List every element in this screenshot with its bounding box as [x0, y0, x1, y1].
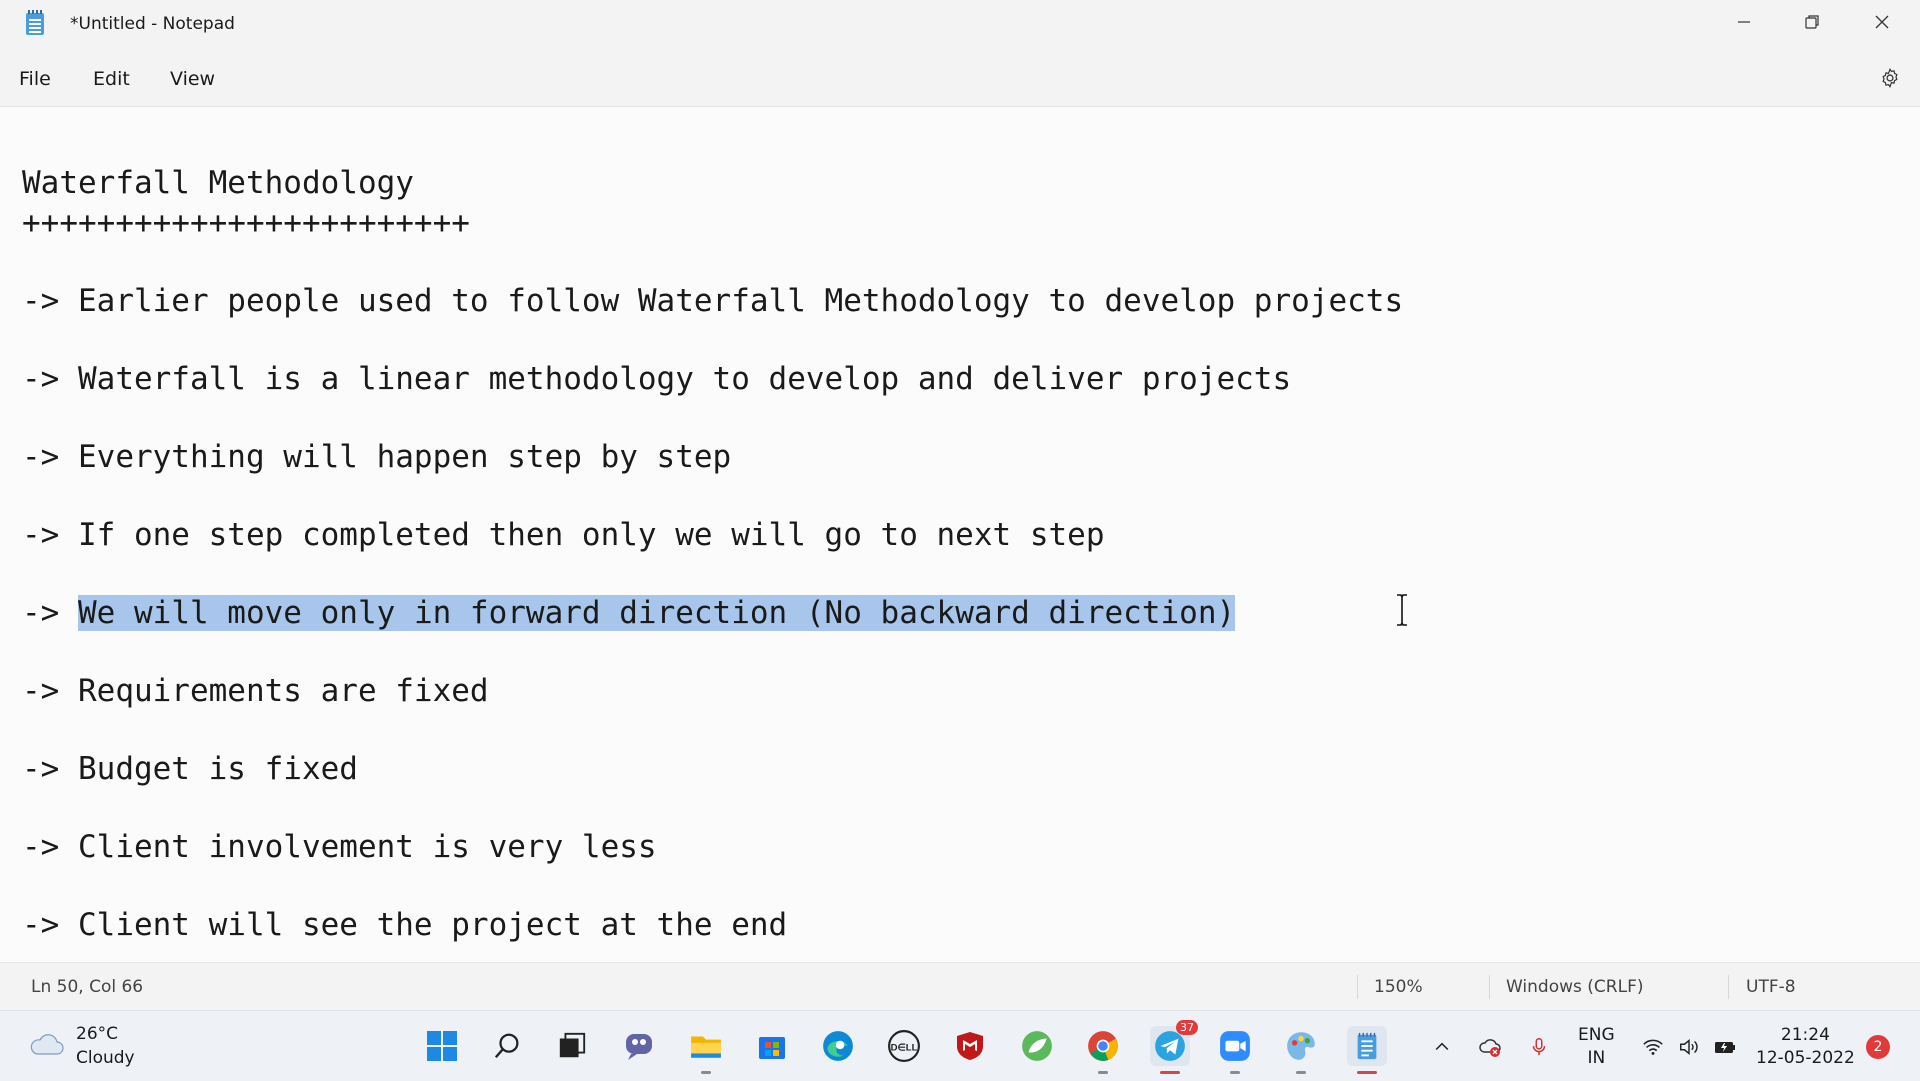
status-bar: Ln 50, Col 66 150% Windows (CRLF) UTF-8	[0, 962, 1920, 1011]
editor-line: -> Waterfall is a linear methodology to …	[22, 361, 1292, 397]
running-indicator	[1230, 1071, 1240, 1074]
editor-line: -> If one step completed then only we wi…	[22, 517, 1105, 553]
taskbar: 26°C Cloudy D∈LL 37 ENG IN 21:24 12-05-2…	[0, 1010, 1920, 1081]
minimize-icon	[1738, 21, 1750, 23]
edge-icon	[823, 1031, 853, 1061]
zoom-level[interactable]: 150%	[1374, 977, 1423, 997]
mcafee-button[interactable]	[950, 1026, 990, 1066]
cloud-error-icon	[1479, 1039, 1501, 1057]
windows-start-button[interactable]	[422, 1026, 462, 1066]
notepad-icon	[1357, 1032, 1377, 1060]
running-indicator	[1296, 1071, 1306, 1074]
microsoft-store-icon	[759, 1037, 785, 1059]
volume-status[interactable]	[1677, 1035, 1701, 1059]
notification-count-badge[interactable]: 2	[1866, 1035, 1890, 1059]
chat-icon	[626, 1034, 652, 1060]
encoding[interactable]: UTF-8	[1746, 977, 1796, 997]
editor-line: -> Budget is fixed	[22, 751, 358, 787]
windows-start-icon	[427, 1031, 457, 1061]
chat-button[interactable]	[619, 1026, 659, 1066]
wifi-icon	[1643, 1039, 1663, 1055]
task-view-button[interactable]	[552, 1026, 592, 1066]
editor-line: -> Client will see the project at the en…	[22, 907, 788, 943]
notepad-icon	[26, 10, 44, 35]
running-indicator	[701, 1071, 711, 1074]
paint-button[interactable]	[1281, 1026, 1321, 1074]
chrome-icon	[1088, 1031, 1118, 1061]
status-divider	[1489, 975, 1490, 999]
file-explorer-button[interactable]	[686, 1026, 726, 1074]
dell-icon: D∈LL	[888, 1030, 920, 1062]
clock[interactable]: 21:24 12-05-2022	[1756, 1024, 1855, 1070]
menu-file[interactable]: File	[15, 66, 55, 92]
restore-icon	[1805, 15, 1819, 29]
leaf-app-icon	[1022, 1031, 1052, 1061]
text-selection: We will move only in forward direction (…	[78, 595, 1236, 631]
editor-line: Waterfall Methodology	[22, 165, 414, 201]
minimize-button[interactable]	[1710, 0, 1778, 44]
cursor-position: Ln 50, Col 66	[31, 977, 144, 997]
battery-status[interactable]	[1713, 1035, 1737, 1059]
volume-icon	[1680, 1039, 1698, 1055]
onedrive-status[interactable]	[1478, 1035, 1502, 1059]
menu-edit[interactable]: Edit	[89, 66, 134, 92]
title-bar: *Untitled - Notepad	[0, 0, 1920, 48]
editor-line: -> Requirements are fixed	[22, 673, 489, 709]
settings-button[interactable]	[1874, 62, 1906, 94]
edge-button[interactable]	[818, 1026, 858, 1066]
line-ending[interactable]: Windows (CRLF)	[1506, 977, 1644, 997]
editor-line: -> Earlier people used to follow Waterfa…	[22, 283, 1404, 319]
editor-line-selected: -> We will move only in forward directio…	[22, 593, 1236, 633]
region-code: IN	[1587, 1048, 1606, 1068]
show-hidden-icons-button[interactable]	[1430, 1035, 1454, 1059]
line-prefix: ->	[22, 595, 78, 631]
microsoft-store-button[interactable]	[752, 1026, 792, 1066]
microphone-status[interactable]	[1527, 1035, 1551, 1059]
weather-condition[interactable]: Cloudy	[76, 1048, 135, 1068]
window-title: *Untitled - Notepad	[70, 14, 235, 34]
editor-line: -> Client involvement is very less	[22, 829, 657, 865]
editor-line: -> Everything will happen step by step	[22, 439, 732, 475]
restore-button[interactable]	[1778, 0, 1846, 44]
close-button[interactable]	[1848, 0, 1916, 44]
svg-text:D∈LL: D∈LL	[891, 1042, 918, 1053]
notification-badge: 37	[1176, 1020, 1198, 1035]
telegram-button[interactable]: 37	[1150, 1020, 1198, 1074]
wifi-status[interactable]	[1641, 1035, 1665, 1059]
language-code: ENG	[1578, 1025, 1615, 1045]
paint-icon	[1287, 1032, 1315, 1060]
dell-button[interactable]: D∈LL	[884, 1026, 924, 1066]
editor-line: ++++++++++++++++++++++++	[22, 205, 470, 241]
search-button[interactable]	[488, 1026, 528, 1066]
weather-temperature[interactable]: 26°C	[76, 1024, 118, 1044]
menu-view[interactable]: View	[166, 66, 219, 92]
running-indicator	[1357, 1071, 1377, 1074]
running-indicator	[1160, 1071, 1180, 1074]
battery-charging-icon	[1715, 1042, 1735, 1053]
running-indicator	[1098, 1071, 1108, 1074]
task-view-icon	[559, 1032, 586, 1058]
menu-bar: File Edit View	[0, 48, 1920, 107]
chevron-up-icon	[1435, 1042, 1449, 1051]
text-cursor-icon	[1397, 594, 1407, 626]
language-indicator[interactable]: ENG IN	[1578, 1024, 1615, 1070]
close-icon	[1875, 15, 1889, 29]
gear-icon	[1882, 67, 1898, 89]
microphone-icon	[1532, 1038, 1546, 1056]
chrome-button[interactable]	[1083, 1026, 1123, 1074]
clock-date: 12-05-2022	[1756, 1048, 1855, 1068]
search-icon	[494, 1033, 519, 1059]
status-divider	[1357, 975, 1358, 999]
zoom-icon	[1220, 1031, 1250, 1061]
status-divider	[1728, 975, 1729, 999]
clock-time: 21:24	[1780, 1025, 1830, 1045]
zoom-button[interactable]	[1215, 1026, 1255, 1074]
cloud-icon[interactable]	[28, 1031, 64, 1057]
mcafee-icon	[957, 1032, 983, 1060]
leaf-app-button[interactable]	[1017, 1026, 1057, 1066]
notepad-button[interactable]	[1347, 1026, 1387, 1074]
file-explorer-icon	[691, 1036, 721, 1058]
text-editor[interactable]: Waterfall Methodology ++++++++++++++++++…	[0, 107, 1920, 962]
